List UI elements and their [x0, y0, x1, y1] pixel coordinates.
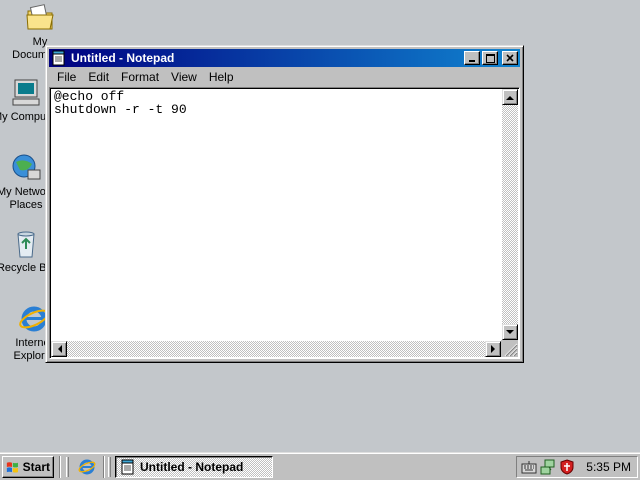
notepad-icon — [52, 50, 65, 66]
resize-grip[interactable] — [501, 340, 518, 357]
scroll-up-button[interactable] — [502, 89, 518, 105]
notepad-icon — [121, 459, 134, 474]
close-button[interactable] — [502, 51, 518, 65]
horizontal-scrollbar[interactable] — [51, 341, 501, 357]
maximize-icon — [485, 53, 495, 63]
editor-text[interactable]: @echo off shutdown -r -t 90 — [54, 90, 499, 338]
menu-help[interactable]: Help — [203, 68, 240, 86]
scroll-down-button[interactable] — [502, 324, 518, 340]
minimize-icon — [469, 60, 475, 62]
toolbar-grip[interactable] — [108, 456, 111, 477]
menu-bar: File Edit Format View Help — [49, 67, 520, 87]
security-shield-icon[interactable] — [559, 458, 575, 475]
start-label: Start — [22, 459, 50, 474]
keyboard-icon[interactable] — [521, 459, 537, 475]
arrow-down-icon — [506, 329, 514, 334]
menu-format[interactable]: Format — [115, 68, 165, 86]
title-bar[interactable]: Untitled - Notepad — [49, 49, 520, 67]
scroll-right-button[interactable] — [485, 341, 501, 357]
minimize-button[interactable] — [464, 51, 480, 65]
text-editor[interactable]: @echo off shutdown -r -t 90 — [49, 87, 520, 359]
taskbar-separator — [103, 455, 105, 478]
system-tray: 5:35 PM — [516, 455, 638, 478]
notepad-window[interactable]: Untitled - Notepad File Edit Format View… — [45, 45, 524, 363]
taskbar: Start Untitled - Notepad 5:35 PM — [0, 452, 640, 480]
windows-logo-icon — [6, 461, 18, 473]
network-connection-icon[interactable] — [540, 459, 556, 475]
toolbar-grip[interactable] — [66, 456, 69, 477]
window-title: Untitled - Notepad — [71, 51, 175, 65]
taskbar-button-notepad[interactable]: Untitled - Notepad — [115, 455, 273, 478]
menu-file[interactable]: File — [51, 68, 82, 86]
menu-edit[interactable]: Edit — [82, 68, 115, 86]
maximize-button[interactable] — [482, 51, 498, 65]
scroll-left-button[interactable] — [51, 341, 67, 357]
arrow-left-icon — [57, 345, 62, 353]
quicklaunch-internet-explorer-icon[interactable] — [78, 458, 96, 476]
network-icon — [12, 154, 41, 180]
menu-view[interactable]: View — [165, 68, 203, 86]
arrow-right-icon — [490, 345, 495, 353]
recycle-bin-icon — [17, 231, 35, 258]
start-button[interactable]: Start — [2, 455, 54, 478]
task-label: Untitled - Notepad — [140, 459, 244, 474]
clock[interactable]: 5:35 PM — [578, 460, 633, 474]
resize-grip-icon — [504, 343, 518, 357]
close-icon — [506, 54, 514, 62]
taskbar-separator — [59, 455, 61, 478]
vertical-scrollbar[interactable] — [502, 89, 518, 340]
arrow-up-icon — [506, 95, 514, 100]
computer-icon — [12, 79, 40, 106]
folder-documents-icon — [26, 4, 54, 30]
